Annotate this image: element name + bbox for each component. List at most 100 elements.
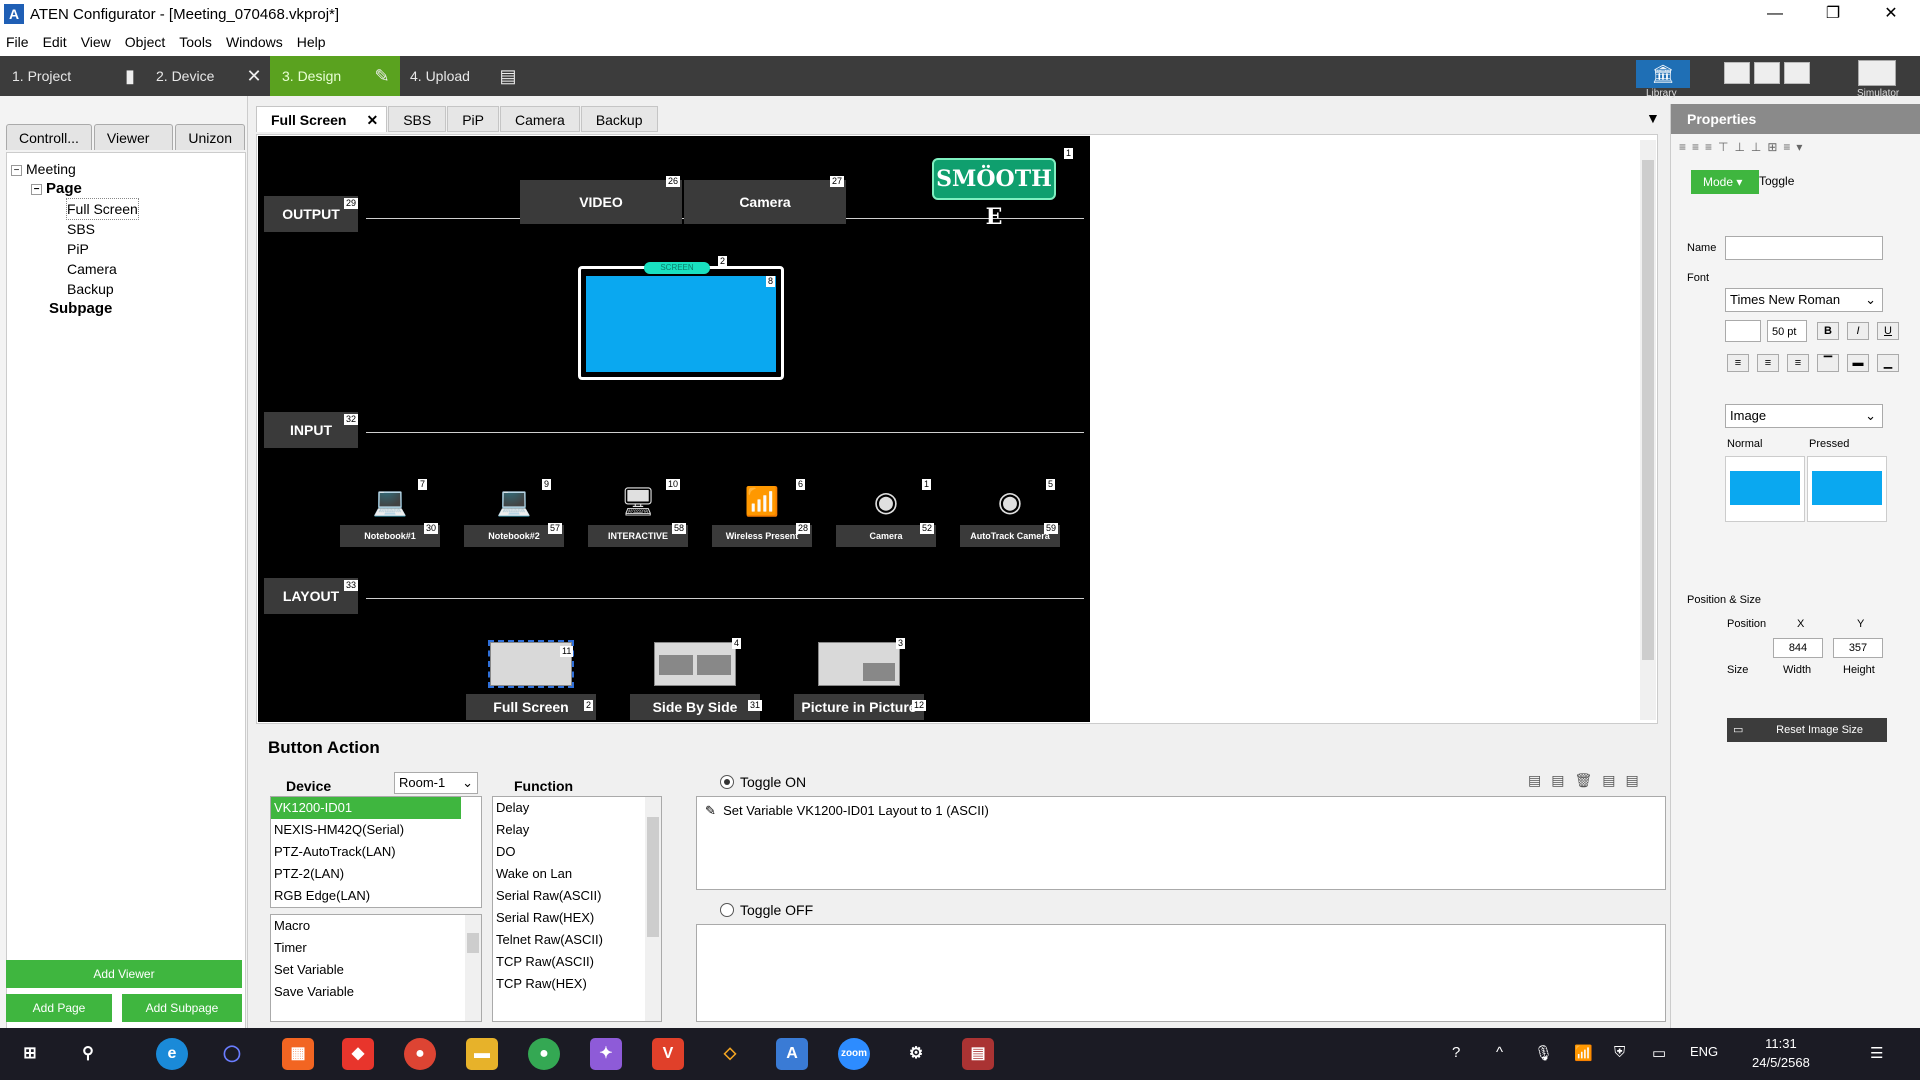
scroll-thumb[interactable]	[647, 817, 659, 937]
function-item[interactable]: Delay	[493, 797, 661, 819]
tree-item-backup[interactable]: Backup	[67, 279, 114, 299]
vivaldi-icon[interactable]: V	[652, 1038, 684, 1070]
search-icon[interactable]: ⚲	[72, 1038, 104, 1070]
menu-windows[interactable]: Windows	[226, 34, 283, 50]
system-item[interactable]: Save Variable	[271, 981, 481, 1003]
device-item[interactable]: VK1200-ID01	[271, 797, 461, 819]
font-size-field[interactable]: 50 pt	[1767, 320, 1807, 342]
edge-icon[interactable]: e	[156, 1038, 188, 1070]
tab-viewer[interactable]: Viewer ...	[93, 124, 174, 172]
room-select[interactable]: Room-1 ⌄	[394, 772, 478, 794]
function-item[interactable]: TCP Raw(ASCII)	[493, 951, 661, 973]
sketch-icon[interactable]: ◇	[714, 1038, 746, 1070]
canvas-scrollbar[interactable]	[1640, 140, 1656, 720]
winrar-icon[interactable]: ▤	[962, 1038, 994, 1070]
function-item[interactable]: Relay	[493, 819, 661, 841]
tab-list-dropdown-icon[interactable]: ▼	[1646, 110, 1660, 126]
toggle-on-radio[interactable]	[720, 775, 734, 789]
name-field[interactable]	[1725, 236, 1883, 260]
system-item[interactable]: Macro	[271, 915, 481, 937]
add-viewer-button[interactable]: Add Viewer	[6, 960, 242, 988]
tab-backup[interactable]: Backup	[580, 106, 658, 132]
aten-configurator-icon[interactable]: A	[776, 1038, 808, 1070]
function-item[interactable]: DO	[493, 841, 661, 863]
shield-icon[interactable]: ⛨	[1614, 1044, 1625, 1061]
fill-type-select[interactable]: Image ⌄	[1725, 404, 1883, 428]
scroll-thumb[interactable]	[467, 933, 479, 953]
tree-item-subpage[interactable]: Subpage	[49, 299, 112, 319]
chrome-icon[interactable]: ●	[528, 1038, 560, 1070]
video-output-button[interactable]: VIDEO	[520, 180, 682, 224]
align-tools[interactable]: ≡≡≡⊤⊥⊥⊞≡▾	[1679, 140, 1919, 158]
windows-start-icon[interactable]: ⊞	[14, 1038, 46, 1070]
font-select[interactable]: Times New Roman ⌄	[1725, 288, 1883, 312]
mode-button[interactable]: Mode ▾	[1691, 170, 1759, 194]
tab-controller[interactable]: Controll...	[6, 124, 92, 150]
function-list-scrollbar[interactable]	[645, 797, 661, 1021]
layout-left-button[interactable]	[1724, 62, 1750, 84]
camera-output-button[interactable]: Camera	[684, 180, 846, 224]
screen-display[interactable]	[586, 276, 776, 372]
valign-bottom-button[interactable]: ▁	[1877, 354, 1899, 372]
anydesk-icon[interactable]: ◆	[342, 1038, 374, 1070]
device-item[interactable]: RGB Edge(LAN)	[271, 885, 481, 907]
tree-item-full-screen[interactable]: Full Screen	[66, 198, 139, 220]
chrome-icon[interactable]: ●	[404, 1038, 436, 1070]
valign-middle-button[interactable]: ▬	[1847, 354, 1869, 372]
menu-object[interactable]: Object	[125, 34, 165, 50]
add-subpage-button[interactable]: Add Subpage	[122, 994, 242, 1022]
design-canvas[interactable]: OUTPUT 29 VIDEO 26 Camera 27 SMÖOTH E 1 …	[258, 136, 1090, 722]
app-grid-icon[interactable]: ▦	[282, 1038, 314, 1070]
display-icon[interactable]: ▭	[1652, 1044, 1666, 1062]
tab-unizon[interactable]: Unizon	[175, 124, 245, 150]
system-list-scrollbar[interactable]	[465, 915, 481, 1021]
x-field[interactable]: 844	[1773, 638, 1823, 658]
device-item[interactable]: PTZ-2(LAN)	[271, 863, 481, 885]
function-item[interactable]: Serial Raw(HEX)	[493, 907, 661, 929]
cortana-icon[interactable]: ◯	[216, 1038, 248, 1070]
reset-image-size-button[interactable]: ▭ Reset Image Size	[1727, 718, 1887, 742]
tab-sbs[interactable]: SBS	[388, 106, 447, 132]
tree-item-camera[interactable]: Camera	[67, 259, 117, 279]
device-item[interactable]: PTZ-AutoTrack(LAN)	[271, 841, 481, 863]
library-button[interactable]: 🏛	[1636, 60, 1690, 88]
pressed-image-swatch[interactable]	[1807, 456, 1887, 522]
simulator-button[interactable]	[1858, 60, 1896, 86]
system-item[interactable]: Set Variable	[271, 959, 481, 981]
notifications-icon[interactable]: ☰	[1870, 1044, 1883, 1062]
device-item[interactable]: NEXIS-HM42Q(Serial)	[271, 819, 481, 841]
collapse-icon[interactable]: −	[11, 164, 22, 176]
minimize-button[interactable]: —	[1746, 0, 1804, 28]
toggle-off-radio[interactable]	[720, 903, 734, 917]
menu-edit[interactable]: Edit	[43, 34, 67, 50]
system-item[interactable]: Timer	[271, 937, 481, 959]
y-field[interactable]: 357	[1833, 638, 1883, 658]
tree-item-sbs[interactable]: SBS	[67, 219, 95, 239]
bold-button[interactable]: B	[1817, 322, 1839, 340]
file-explorer-icon[interactable]: ▬	[466, 1038, 498, 1070]
settings-icon[interactable]: ⚙	[900, 1038, 932, 1070]
close-button[interactable]: ✕	[1862, 0, 1920, 28]
normal-image-swatch[interactable]	[1725, 456, 1805, 522]
clock[interactable]: 11:31 24/5/2568	[1752, 1034, 1810, 1072]
zoom-icon[interactable]: zoom	[838, 1038, 870, 1070]
menu-help[interactable]: Help	[297, 34, 326, 50]
tree-item-page[interactable]: − Page	[31, 179, 82, 199]
restore-button[interactable]: ❐	[1804, 0, 1862, 28]
collapse-icon[interactable]: −	[31, 183, 42, 195]
function-item[interactable]: Serial Raw(ASCII)	[493, 885, 661, 907]
add-page-button[interactable]: Add Page	[6, 994, 112, 1022]
tree-item-meeting[interactable]: − Meeting	[11, 159, 76, 179]
tab-full-screen[interactable]: Full Screen ✕	[256, 106, 388, 132]
layout-right-button[interactable]	[1784, 62, 1810, 84]
toggle-on-option[interactable]: Toggle ON	[720, 774, 806, 790]
toggle-off-option[interactable]: Toggle OFF	[720, 902, 813, 918]
close-tab-icon[interactable]: ✕	[366, 112, 378, 128]
function-item[interactable]: Telnet Raw(ASCII)	[493, 929, 661, 951]
action-row[interactable]: ✎ Set Variable VK1200-ID01 Layout to 1 (…	[705, 803, 989, 819]
menu-view[interactable]: View	[81, 34, 111, 50]
tree-item-pip[interactable]: PiP	[67, 239, 89, 259]
italic-button[interactable]: I	[1847, 322, 1869, 340]
layout-bottom-button[interactable]	[1754, 62, 1780, 84]
align-left-button[interactable]: ≡	[1727, 354, 1749, 372]
